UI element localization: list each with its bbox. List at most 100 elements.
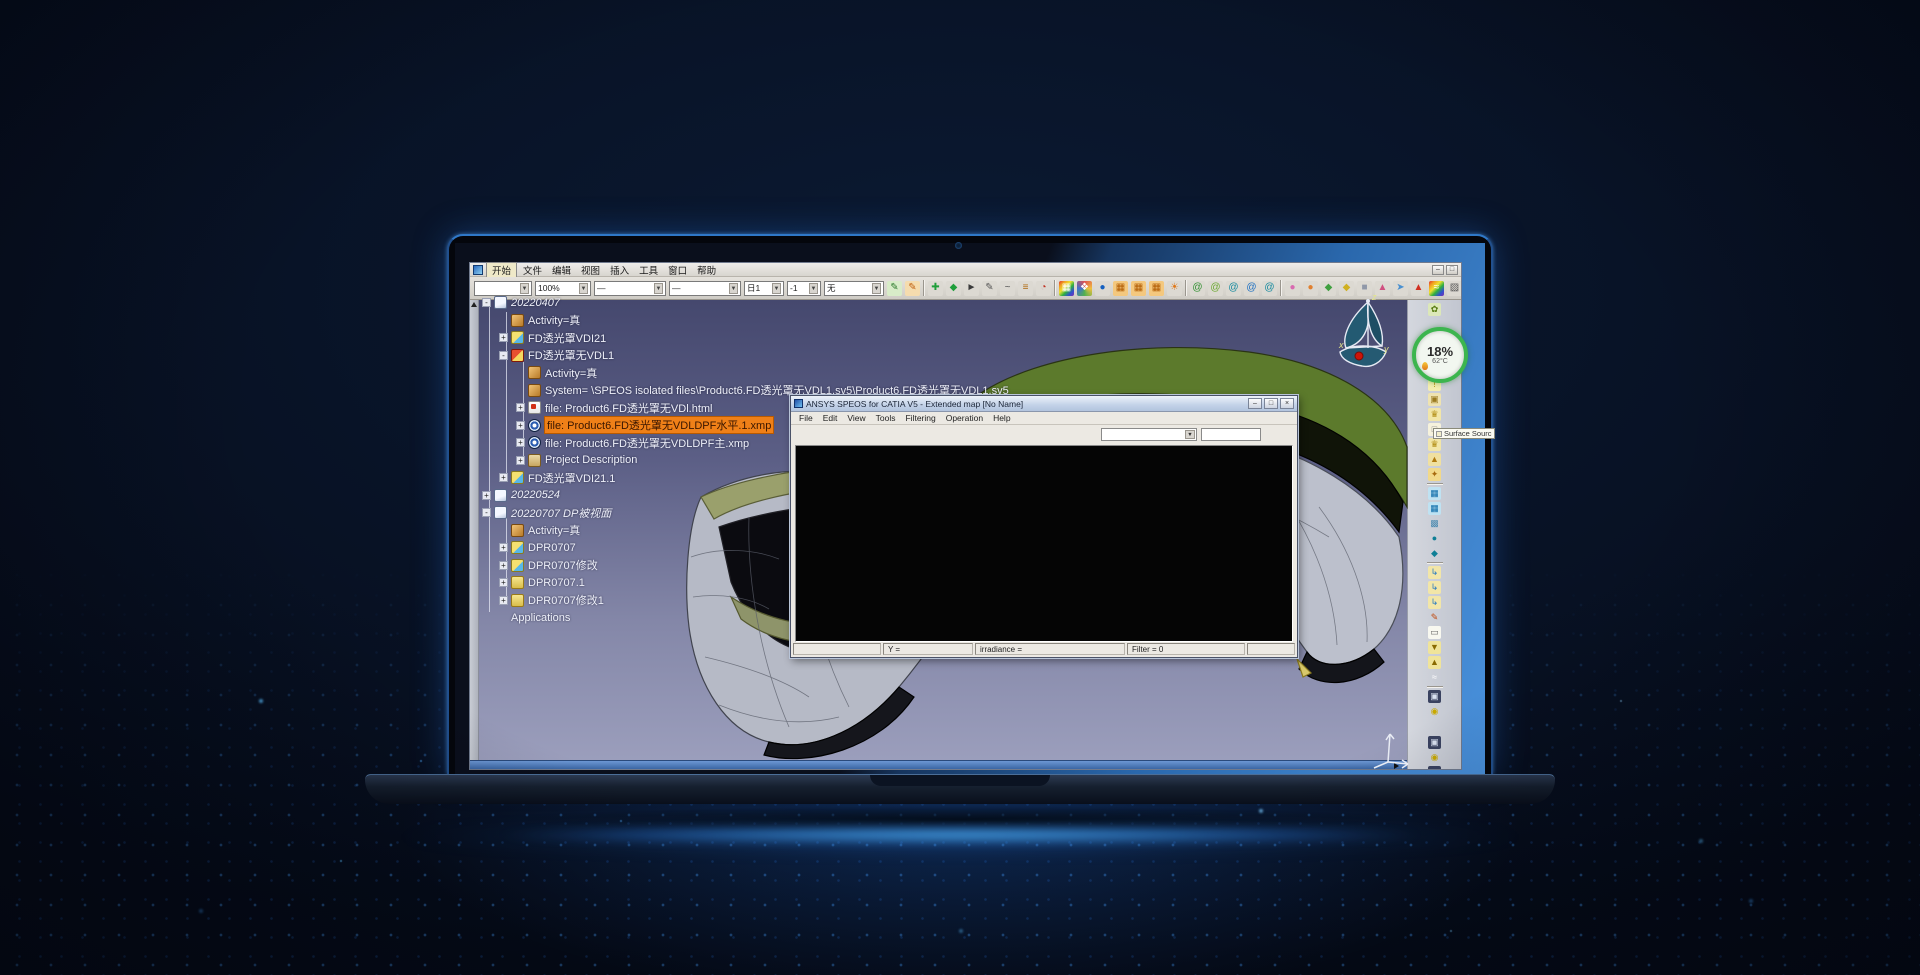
box-source-icon[interactable]: ▣ bbox=[1428, 393, 1441, 406]
catia-menu-item[interactable]: 视图 bbox=[576, 263, 605, 277]
catia-menu-item[interactable]: 编辑 bbox=[547, 263, 576, 277]
tree-item[interactable]: +Activity=真 bbox=[482, 312, 1009, 330]
swirl-icon[interactable]: @ bbox=[1226, 281, 1241, 296]
tree-expander[interactable]: + bbox=[482, 491, 491, 500]
clipboard-arrow-icon[interactable]: ↳ bbox=[1428, 581, 1441, 594]
tree-expander[interactable]: + bbox=[516, 456, 525, 465]
tree-item-label: file: Product6.FD透光罩无VDLDPF主.xmp bbox=[545, 435, 749, 451]
globe-icon[interactable]: ● bbox=[1095, 281, 1110, 296]
display-frame-icon[interactable]: ▭ bbox=[1428, 626, 1441, 639]
speos-menu-item[interactable]: File bbox=[795, 413, 817, 423]
page-icon bbox=[494, 489, 507, 502]
tree-item-label: DPR0707.1 bbox=[528, 577, 585, 589]
tree-expander[interactable]: + bbox=[499, 578, 508, 587]
measure-icon[interactable]: ≡ bbox=[1018, 281, 1033, 296]
tree-expander[interactable]: - bbox=[482, 298, 491, 307]
tree-expander[interactable]: - bbox=[499, 351, 508, 360]
tree-item[interactable]: - 20220407 bbox=[482, 294, 1009, 312]
window-button[interactable]: □ bbox=[1446, 265, 1458, 275]
menu-start[interactable]: 开始 bbox=[486, 262, 517, 278]
clipboard-arrow-icon[interactable]: ↳ bbox=[1428, 596, 1441, 609]
camera-icon[interactable]: ▣ bbox=[1428, 690, 1441, 703]
tree-expander[interactable]: + bbox=[516, 438, 525, 447]
plant-icon[interactable]: ✿ bbox=[1428, 303, 1441, 316]
rotate-icon[interactable]: ◔ bbox=[1036, 281, 1051, 296]
tree-expander[interactable]: + bbox=[516, 421, 525, 430]
grid-source-icon[interactable]: ▦ bbox=[1113, 281, 1128, 296]
speos-menubar: FileEditViewToolsFilteringOperationHelp bbox=[791, 412, 1297, 425]
toolbar-separator bbox=[1427, 686, 1443, 688]
tree-expander[interactable]: + bbox=[516, 403, 525, 412]
hatch-icon[interactable]: ▨ bbox=[1447, 281, 1461, 296]
feather-icon[interactable]: ✎ bbox=[1428, 611, 1441, 624]
ps-icon bbox=[511, 471, 524, 484]
camera-icon[interactable]: ▣ bbox=[1428, 736, 1441, 749]
toolbar-separator bbox=[1280, 280, 1282, 296]
tree-expander[interactable]: + bbox=[499, 596, 508, 605]
book-down-icon[interactable]: ▼ bbox=[1428, 641, 1441, 654]
material-icon[interactable]: ● bbox=[1303, 281, 1318, 296]
window-button[interactable]: – bbox=[1248, 398, 1262, 409]
swirl-icon[interactable]: @ bbox=[1262, 281, 1277, 296]
render-icon[interactable]: ❖ bbox=[1077, 281, 1092, 296]
cone-icon[interactable]: ▲ bbox=[1428, 453, 1441, 466]
swirl-icon[interactable]: @ bbox=[1244, 281, 1259, 296]
page-icon bbox=[494, 296, 507, 309]
book-up-icon[interactable]: ▲ bbox=[1428, 656, 1441, 669]
wave-rainbow-icon[interactable]: ≈ bbox=[1428, 671, 1441, 684]
speos-menu-item[interactable]: Filtering bbox=[901, 413, 939, 423]
grid-blue-icon[interactable]: ▦ bbox=[1428, 487, 1441, 500]
material-icon[interactable]: ● bbox=[1285, 281, 1300, 296]
grid-source-icon[interactable]: ▦ bbox=[1131, 281, 1146, 296]
speos-menu-item[interactable]: Operation bbox=[942, 413, 987, 423]
target-icon[interactable]: ◉ bbox=[1428, 751, 1441, 764]
teal-blob-icon[interactable]: ● bbox=[1428, 532, 1441, 545]
speos-menu-item[interactable]: Edit bbox=[819, 413, 842, 423]
speos-menu-item[interactable]: Tools bbox=[872, 413, 900, 423]
camera-icon[interactable]: ▣ bbox=[1428, 766, 1441, 769]
flag-icon[interactable]: ▲ bbox=[1411, 281, 1426, 296]
target-icon[interactable]: ◉ bbox=[1428, 705, 1441, 718]
window-button[interactable]: □ bbox=[1264, 398, 1278, 409]
catia-menu-item[interactable]: 文件 bbox=[518, 263, 547, 277]
catia-menu-item[interactable]: 插入 bbox=[605, 263, 634, 277]
grid-small-icon[interactable]: ▩ bbox=[1428, 517, 1441, 530]
speos-menu-item[interactable]: Help bbox=[989, 413, 1014, 423]
tree-item-label: 20220407 bbox=[511, 297, 560, 309]
swirl-icon[interactable]: @ bbox=[1208, 281, 1223, 296]
clipboard-arrow-icon[interactable]: ↳ bbox=[1428, 566, 1441, 579]
crown-icon[interactable]: ♛ bbox=[1428, 408, 1441, 421]
catia-compass[interactable] bbox=[1328, 290, 1410, 376]
crown-icon[interactable]: ♛ bbox=[1428, 438, 1441, 451]
teal-poly-icon[interactable]: ◆ bbox=[1428, 547, 1441, 560]
speos-value-field[interactable] bbox=[1201, 428, 1261, 441]
gear-star-icon[interactable]: ✦ bbox=[1428, 468, 1441, 481]
sun-icon[interactable]: ☀ bbox=[1167, 281, 1182, 296]
activity-icon bbox=[528, 384, 541, 397]
tree-item[interactable]: +FD透光罩VDI21 bbox=[482, 329, 1009, 347]
tree-item[interactable]: +Activity=真 bbox=[482, 364, 1009, 382]
speos-titlebar[interactable]: ANSYS SPEOS for CATIA V5 - Extended map … bbox=[791, 396, 1297, 412]
tree-expander[interactable]: - bbox=[482, 508, 491, 517]
catia-menu-item[interactable]: 工具 bbox=[634, 263, 663, 277]
chevron-down-icon: ▼ bbox=[1185, 430, 1195, 439]
spectrum-map-icon[interactable]: ▦ bbox=[1059, 281, 1074, 296]
tree-expander[interactable]: + bbox=[499, 473, 508, 482]
tree-item[interactable]: -FD透光罩无VDL1 bbox=[482, 347, 1009, 365]
speos-menu-item[interactable]: View bbox=[843, 413, 869, 423]
window-button[interactable]: – bbox=[1432, 265, 1444, 275]
tree-expander[interactable]: + bbox=[499, 561, 508, 570]
catia-menu-item[interactable]: 窗口 bbox=[663, 263, 692, 277]
swirl-icon[interactable]: @ bbox=[1190, 281, 1205, 296]
tree-item-label: FD透光罩VDI21.1 bbox=[528, 470, 615, 486]
rainbow-bar-icon[interactable]: ≈ bbox=[1429, 281, 1444, 296]
grid-source-icon[interactable]: ▦ bbox=[1149, 281, 1164, 296]
grid-blue-icon[interactable]: ▦ bbox=[1428, 502, 1441, 515]
speos-map-combobox[interactable]: ▼ bbox=[1101, 428, 1197, 441]
tree-expander[interactable]: + bbox=[499, 543, 508, 552]
window-button[interactable]: × bbox=[1280, 398, 1294, 409]
tree-expander[interactable]: + bbox=[499, 333, 508, 342]
speos-map-canvas[interactable] bbox=[795, 445, 1293, 642]
catia-app-icon[interactable] bbox=[473, 265, 483, 275]
catia-menu-item[interactable]: 帮助 bbox=[692, 263, 721, 277]
